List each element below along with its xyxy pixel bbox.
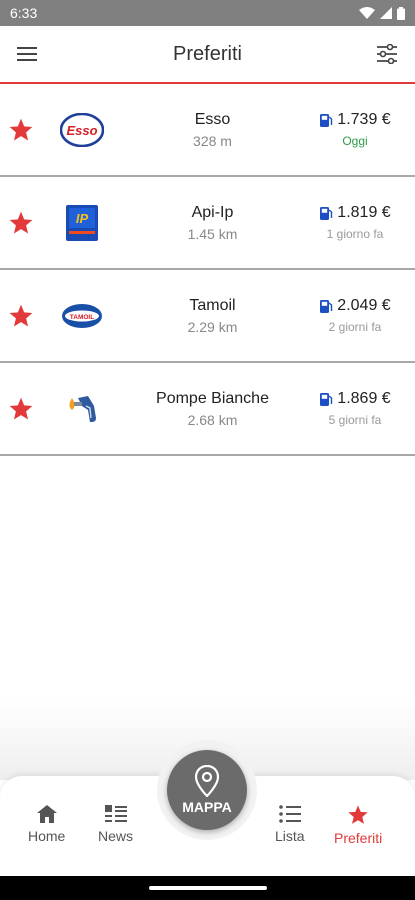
list-item[interactable]: Pompe Bianche 2.68 km 1.869 € 5 giorni f… (0, 363, 415, 456)
system-nav-bar (0, 876, 415, 900)
battery-icon (397, 6, 405, 20)
list-icon (278, 805, 301, 823)
filter-settings-button[interactable] (373, 40, 401, 68)
nav-news-label: News (98, 828, 134, 844)
esso-logo: Esso (44, 112, 120, 147)
status-bar: 6:33 (0, 0, 415, 26)
station-name: Pompe Bianche (156, 389, 269, 407)
station-distance: 1.45 km (187, 225, 238, 242)
home-icon (36, 805, 57, 823)
fuel-price: 1.739 € (337, 111, 391, 128)
nav-home-label: Home (28, 828, 66, 844)
app-bar: Preferiti (0, 26, 415, 84)
price-updated: 5 giorni fa (328, 413, 382, 427)
station-name: Api-Ip (191, 203, 234, 221)
menu-button[interactable] (14, 40, 42, 68)
price-updated: Oggi (342, 134, 368, 148)
station-distance: 2.68 km (187, 411, 238, 428)
signal-icon (380, 7, 392, 19)
tamoil-logo: TAMOIL (44, 303, 120, 329)
fuel-pump-icon (320, 113, 333, 127)
favorite-star-icon[interactable] (0, 210, 44, 236)
nav-list[interactable]: Lista (275, 804, 305, 844)
station-distance: 2.29 km (187, 318, 238, 335)
svg-text:IP: IP (76, 211, 89, 226)
ip-logo: IP (44, 204, 120, 241)
fuel-pump-icon (320, 299, 333, 313)
station-name: Tamoil (189, 296, 236, 314)
map-pin-icon (194, 765, 220, 797)
svg-text:TAMOIL: TAMOIL (70, 314, 94, 321)
fuel-price: 1.869 € (337, 390, 391, 407)
home-indicator[interactable] (148, 886, 267, 890)
svg-text:Esso: Esso (66, 123, 97, 138)
favorites-list: Esso Esso 328 m 1.739 € Oggi IP Api-Ip 1… (0, 84, 415, 456)
nav-home[interactable]: Home (28, 804, 65, 844)
fuel-pump-icon (320, 206, 333, 220)
station-distance: 328 m (193, 132, 232, 149)
list-item[interactable]: Esso Esso 328 m 1.739 € Oggi (0, 84, 415, 177)
station-name: Esso (194, 110, 231, 128)
fuel-price: 1.819 € (337, 204, 391, 221)
list-item[interactable]: IP Api-Ip 1.45 km 1.819 € 1 giorno fa (0, 177, 415, 270)
nav-list-label: Lista (275, 828, 305, 844)
map-button-label: MAPPA (182, 799, 232, 815)
map-button[interactable]: MAPPA (167, 750, 247, 830)
nav-news[interactable]: News (98, 804, 133, 844)
price-updated: 2 giorni fa (328, 320, 382, 334)
star-icon (348, 805, 368, 824)
nav-favorites[interactable]: Preferiti (334, 804, 382, 846)
news-icon (104, 805, 127, 822)
fuel-pump-icon (320, 392, 333, 406)
favorite-star-icon[interactable] (0, 396, 44, 422)
sliders-icon (377, 44, 397, 64)
favorite-star-icon[interactable] (0, 303, 44, 329)
price-updated: 1 giorno fa (326, 227, 384, 241)
favorite-star-icon[interactable] (0, 117, 44, 143)
page-title: Preferiti (173, 42, 242, 65)
hamburger-menu-icon (17, 47, 37, 61)
status-time: 6:33 (10, 5, 38, 21)
list-item[interactable]: TAMOIL Tamoil 2.29 km 2.049 € 2 giorni f… (0, 270, 415, 363)
status-icons (359, 6, 405, 20)
nav-favorites-label: Preferiti (334, 830, 383, 846)
fuel-price: 2.049 € (337, 297, 391, 314)
fuel-nozzle-logo (44, 392, 120, 426)
wifi-icon (359, 7, 375, 19)
